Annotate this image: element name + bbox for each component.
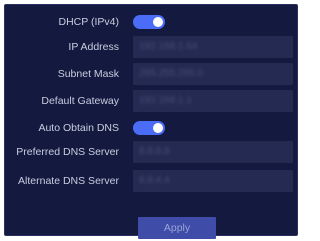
preferred-dns-value: 8.8.8.8 xyxy=(139,146,170,157)
ip-address-row: IP Address 192.168.1.64 xyxy=(5,36,297,58)
alternate-dns-row: Alternate DNS Server 8.8.4.4 xyxy=(5,170,297,192)
default-gateway-row: Default Gateway 192.168.1.1 xyxy=(5,90,297,112)
toggle-knob xyxy=(153,123,163,133)
ip-address-field[interactable]: 192.168.1.64 xyxy=(133,36,293,58)
alternate-dns-value: 8.8.4.4 xyxy=(139,175,170,186)
subnet-mask-value: 255.255.255.0 xyxy=(139,68,203,79)
dhcp-row: DHCP (IPv4) xyxy=(5,11,297,33)
auto-obtain-dns-label: Auto Obtain DNS xyxy=(38,122,119,134)
subnet-mask-field[interactable]: 255.255.255.0 xyxy=(133,63,293,85)
preferred-dns-label: Preferred DNS Server xyxy=(16,146,119,158)
auto-obtain-dns-row: Auto Obtain DNS xyxy=(5,117,297,139)
apply-button[interactable]: Apply xyxy=(138,217,216,239)
network-settings-panel: DHCP (IPv4) IP Address 192.168.1.64 Subn… xyxy=(4,4,298,239)
alternate-dns-field[interactable]: 8.8.4.4 xyxy=(133,170,293,192)
ip-address-value: 192.168.1.64 xyxy=(139,41,198,52)
subnet-mask-label: Subnet Mask xyxy=(57,68,119,80)
default-gateway-label: Default Gateway xyxy=(41,95,119,107)
dhcp-label: DHCP (IPv4) xyxy=(58,16,119,28)
alternate-dns-label: Alternate DNS Server xyxy=(18,175,119,187)
subnet-mask-row: Subnet Mask 255.255.255.0 xyxy=(5,63,297,85)
default-gateway-value: 192.168.1.1 xyxy=(139,95,192,106)
preferred-dns-field[interactable]: 8.8.8.8 xyxy=(133,141,293,163)
ip-address-label: IP Address xyxy=(68,41,119,53)
auto-obtain-dns-toggle[interactable] xyxy=(133,121,165,135)
preferred-dns-row: Preferred DNS Server 8.8.8.8 xyxy=(5,141,297,163)
default-gateway-field[interactable]: 192.168.1.1 xyxy=(133,90,293,112)
toggle-knob xyxy=(153,17,163,27)
dhcp-toggle[interactable] xyxy=(133,15,165,29)
